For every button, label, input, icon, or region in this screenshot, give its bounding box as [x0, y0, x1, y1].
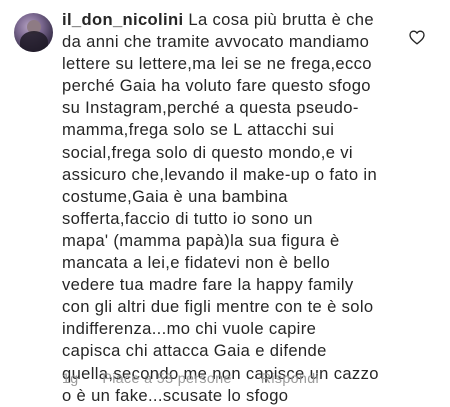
comment-line: o è un fake...scusate lo sfogo: [62, 385, 289, 405]
comment-line-text: La cosa più brutta è che: [188, 10, 374, 29]
comment-line: perché Gaia ha voluto fare questo sfogo: [62, 76, 371, 96]
username-link[interactable]: il_don_nicolini: [62, 10, 183, 29]
comment-line: vedere tua madre fare la happy family: [62, 275, 354, 295]
comment-text: il_don_nicolini La cosa più brutta è che…: [62, 9, 412, 407]
comment: il_don_nicolini La cosa più brutta è che…: [0, 0, 450, 405]
likes-count-link[interactable]: Piace a 53 persone: [102, 371, 256, 387]
comment-line: mamma,frega solo se L attacchi sui: [62, 120, 335, 140]
comment-line: il_don_nicolini La cosa più brutta è che: [62, 9, 412, 31]
comment-line: costume,Gaia è una bambina: [62, 186, 288, 206]
comment-line: social,frega solo di questo mondo,e vi: [62, 142, 353, 162]
comment-line: indifferenza...mo chi vuole capire: [62, 319, 317, 339]
reply-button[interactable]: Rispondi: [261, 371, 319, 387]
timestamp: 1g: [62, 371, 79, 387]
avatar-shoulders: [20, 31, 48, 52]
comment-line: lettere su lettere,ma lei se ne frega,ec…: [62, 54, 372, 74]
comment-meta: 1g Piace a 53 persone Rispondi: [62, 371, 319, 387]
comment-line: mapa' (mamma papà)la sua figura è: [62, 230, 340, 250]
comment-line: assicuro che,levando il make-up o fato i…: [62, 164, 378, 184]
comment-line: capisca chi attacca Gaia e difende: [62, 341, 327, 361]
comment-line: sofferta,faccio di tutto io sono un: [62, 208, 313, 228]
comment-line: mancata a lei,e fidatevi non è bello: [62, 253, 331, 273]
avatar[interactable]: [14, 13, 53, 52]
heart-outline-icon[interactable]: [409, 30, 425, 45]
comment-line: da anni che tramite avvocato mandiamo: [62, 32, 370, 52]
comment-line: su Instagram,perché a questa pseudo-: [62, 98, 359, 118]
comment-line: con gli altri due figli mentre con te è …: [62, 297, 374, 317]
